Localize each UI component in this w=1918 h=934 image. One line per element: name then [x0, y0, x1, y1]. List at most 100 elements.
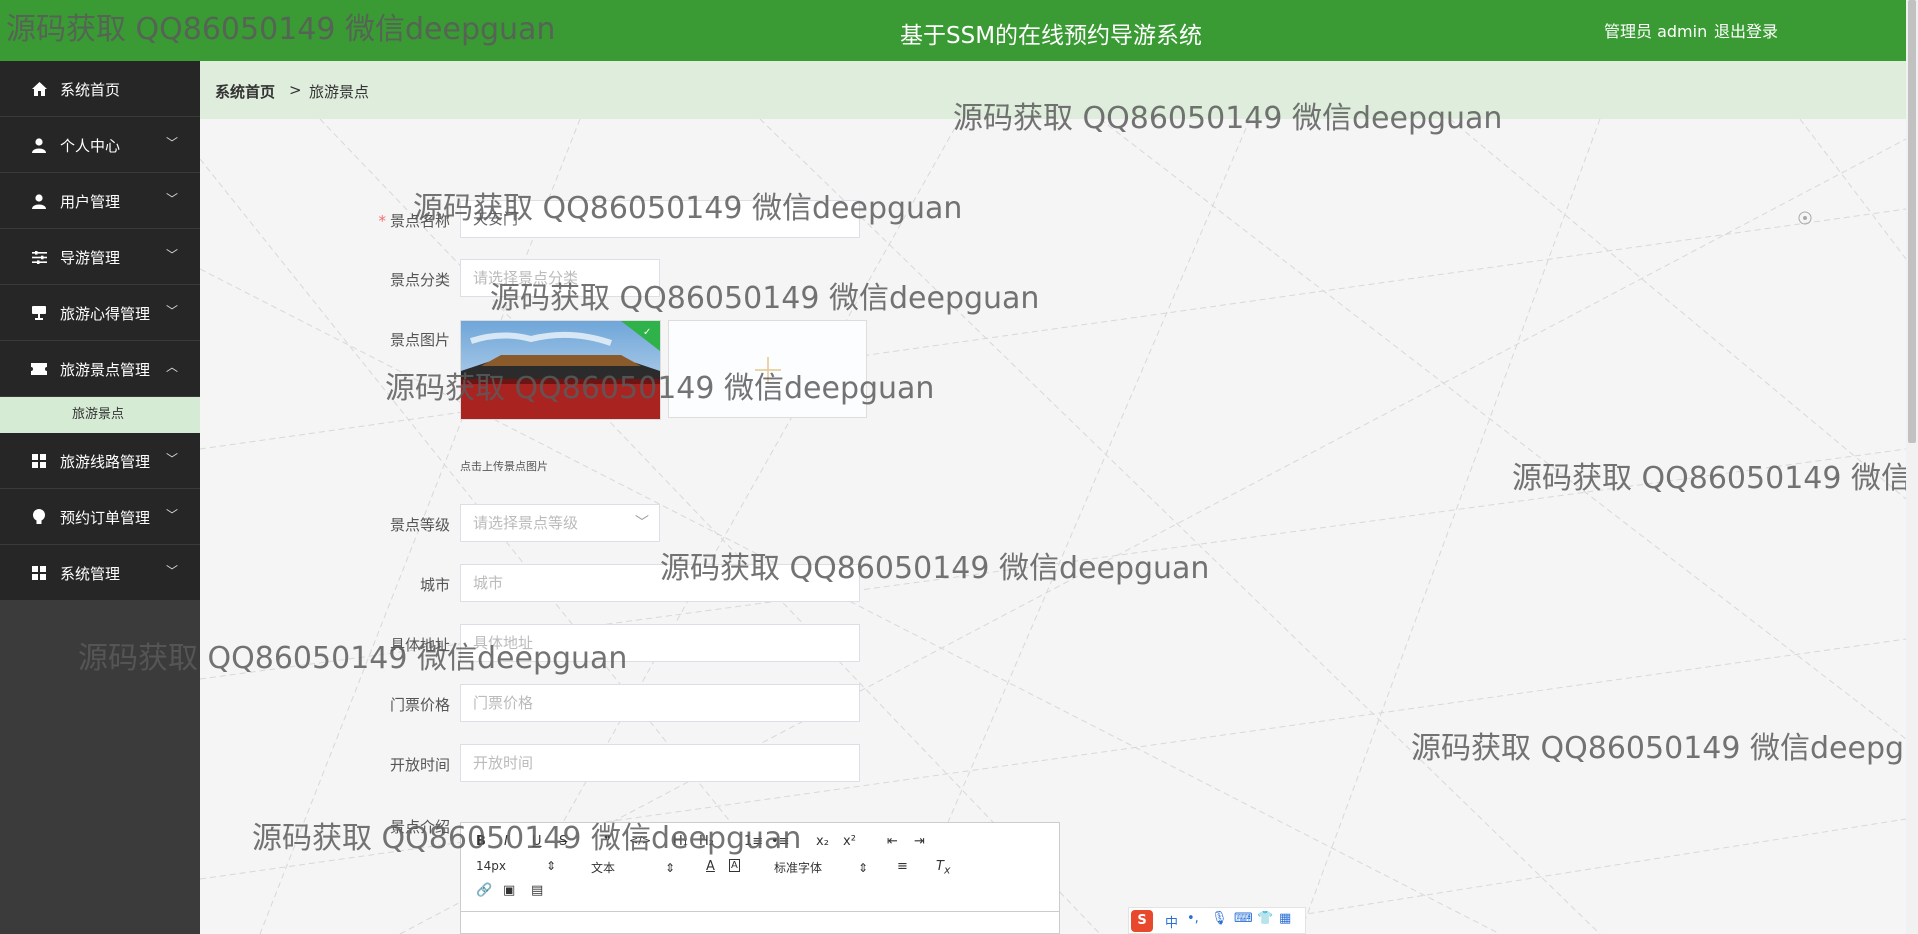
- align-left-icon[interactable]: ≡: [897, 859, 908, 874]
- chevron-down-icon: ﹀: [166, 304, 179, 318]
- chevron-down-icon: ﹀: [166, 136, 179, 150]
- skin-icon[interactable]: 👕: [1257, 911, 1273, 926]
- background-lines: [200, 119, 1906, 934]
- logout-link[interactable]: 退出登录: [1714, 18, 1778, 42]
- grid-icon: [31, 453, 47, 469]
- quote-button[interactable]: ❞: [604, 834, 611, 849]
- font-color-icon[interactable]: A: [706, 859, 715, 874]
- rich-text-editor[interactable]: B I U S ❞ </> H₁ H₂ 1≡ •≡ x₂ x² ⇤ ⇥ 14px…: [460, 822, 1060, 934]
- form-label-city: 城市: [419, 576, 450, 594]
- hours-input[interactable]: 开放时间: [460, 744, 860, 782]
- scrollbar-thumb[interactable]: [1908, 0, 1916, 443]
- sogou-logo-icon: S: [1131, 910, 1153, 932]
- home-icon: [31, 81, 47, 97]
- editor-divider: [461, 911, 1059, 912]
- sidebar-item-orders[interactable]: 预约订单管理 ﹀: [0, 489, 200, 545]
- scrollbar[interactable]: [1906, 0, 1918, 934]
- svg-text:✓: ✓: [643, 327, 651, 338]
- bulb-icon: [31, 509, 47, 525]
- form-label-price: 门票价格: [389, 696, 450, 714]
- sidebar-item-label: 旅游线路管理: [60, 453, 151, 471]
- ime-mode[interactable]: 中: [1165, 912, 1178, 931]
- superscript-button[interactable]: x²: [843, 834, 856, 849]
- sidebar-item-experiences[interactable]: 旅游心得管理 ﹀: [0, 285, 200, 341]
- sidebar: 系统首页 个人中心 ﹀ 用户管理 ﹀ 导游管理 ﹀ 旅游心得管理 ﹀ 旅游景点管…: [0, 61, 200, 934]
- tools-grid-icon[interactable]: ▦: [1279, 911, 1291, 926]
- chevron-down-icon: ﹀: [166, 508, 179, 522]
- form-label-image: 景点图片: [389, 331, 450, 349]
- form-label-name: * 景点名称: [378, 212, 450, 230]
- punctuation-icon[interactable]: •,: [1187, 911, 1199, 926]
- breadcrumb: 系统首页 > 旅游景点: [200, 61, 1906, 119]
- form-label-intro: 景点介绍: [389, 818, 450, 836]
- underline-button[interactable]: U: [532, 834, 542, 849]
- sidebar-item-label: 旅游景点管理: [60, 361, 151, 379]
- address-input[interactable]: 具体地址: [460, 624, 860, 662]
- bold-button[interactable]: B: [476, 834, 486, 849]
- font-size-select[interactable]: 14px ⇕: [476, 859, 556, 873]
- upload-tip: 点击上传景点图片: [460, 460, 548, 473]
- uploaded-image[interactable]: ✓: [460, 320, 661, 420]
- italic-button[interactable]: I: [504, 834, 508, 849]
- subscript-button[interactable]: x₂: [816, 834, 829, 849]
- chevron-down-icon: ﹀: [635, 515, 649, 531]
- chevron-down-icon: ﹀: [166, 192, 179, 206]
- video-icon[interactable]: ▤: [531, 883, 543, 898]
- form-label-address: 具体地址: [389, 636, 450, 654]
- strike-button[interactable]: S: [559, 834, 567, 849]
- sidebar-item-attractions[interactable]: 旅游景点管理 ︿: [0, 341, 200, 397]
- breadcrumb-separator: >: [289, 81, 302, 99]
- upload-add-button[interactable]: [668, 320, 867, 418]
- sidebar-subitem-attractions[interactable]: 旅游景点: [0, 397, 200, 433]
- sidebar-item-routes[interactable]: 旅游线路管理 ﹀: [0, 433, 200, 489]
- font-family-select[interactable]: 标准字体 ⇕: [774, 859, 868, 876]
- board-icon: [31, 305, 47, 321]
- form-label-level: 景点等级: [389, 516, 450, 534]
- sidebar-item-guides[interactable]: 导游管理 ﹀: [0, 229, 200, 285]
- top-header: 基于SSM的在线预约导游系统 管理员 admin 退出登录: [0, 0, 1906, 61]
- bullet-list-button[interactable]: •≡: [771, 834, 790, 849]
- sidebar-item-label: 旅游心得管理: [60, 305, 151, 323]
- sidebar-item-label: 系统管理: [60, 565, 121, 583]
- chevron-down-icon: ﹀: [166, 452, 179, 466]
- name-input[interactable]: 天安门: [460, 200, 860, 238]
- sidebar-item-home[interactable]: 系统首页: [0, 61, 200, 117]
- sidebar-item-personal[interactable]: 个人中心 ﹀: [0, 117, 200, 173]
- clear-format-icon[interactable]: Tx: [936, 859, 950, 877]
- sidebar-item-users[interactable]: 用户管理 ﹀: [0, 173, 200, 229]
- person-icon: [31, 137, 47, 153]
- mic-icon[interactable]: 🎙: [1211, 911, 1228, 926]
- app-title: 基于SSM的在线预约导游系统: [900, 23, 1203, 49]
- sidebar-item-label: 导游管理: [60, 249, 121, 267]
- sliders-icon: [31, 249, 47, 265]
- current-user: 管理员 admin: [1604, 22, 1708, 41]
- keyboard-icon[interactable]: ⌨: [1234, 911, 1253, 926]
- header1-button[interactable]: H₁: [673, 834, 688, 849]
- price-input[interactable]: 门票价格: [460, 684, 860, 722]
- header2-button[interactable]: H₂: [699, 834, 714, 849]
- image-icon[interactable]: ▣: [503, 883, 515, 898]
- link-icon[interactable]: 🔗: [476, 883, 492, 898]
- indent-button[interactable]: ⇥: [914, 834, 925, 849]
- sidebar-item-system[interactable]: 系统管理 ﹀: [0, 545, 200, 601]
- text-style-select[interactable]: 文本 ⇕: [591, 859, 675, 876]
- level-select[interactable]: 请选择景点等级 ﹀: [460, 504, 660, 542]
- ime-toolbar[interactable]: S 中 •, 🎙 ⌨ 👕 ▦: [1128, 907, 1306, 934]
- form-label-hours: 开放时间: [389, 756, 450, 774]
- chevron-down-icon: ﹀: [166, 564, 179, 578]
- chevron-up-icon: ︿: [166, 360, 179, 374]
- ordered-list-button[interactable]: 1≡: [744, 834, 763, 849]
- city-input[interactable]: 城市: [460, 564, 860, 602]
- plus-icon: [755, 357, 781, 383]
- category-select[interactable]: 请选择景点分类: [460, 259, 660, 297]
- sidebar-item-label: 预约订单管理: [60, 509, 151, 527]
- category-placeholder: 请选择景点分类: [473, 269, 579, 287]
- outdent-button[interactable]: ⇤: [887, 834, 898, 849]
- breadcrumb-home[interactable]: 系统首页: [215, 81, 275, 102]
- code-block-button[interactable]: </>: [629, 834, 651, 847]
- sidebar-item-label: 个人中心: [60, 137, 121, 155]
- background-color-icon[interactable]: A: [729, 859, 740, 872]
- ticket-icon: [31, 361, 47, 377]
- close-circle-icon[interactable]: [1798, 211, 1812, 225]
- form-label-category: 景点分类: [389, 271, 450, 289]
